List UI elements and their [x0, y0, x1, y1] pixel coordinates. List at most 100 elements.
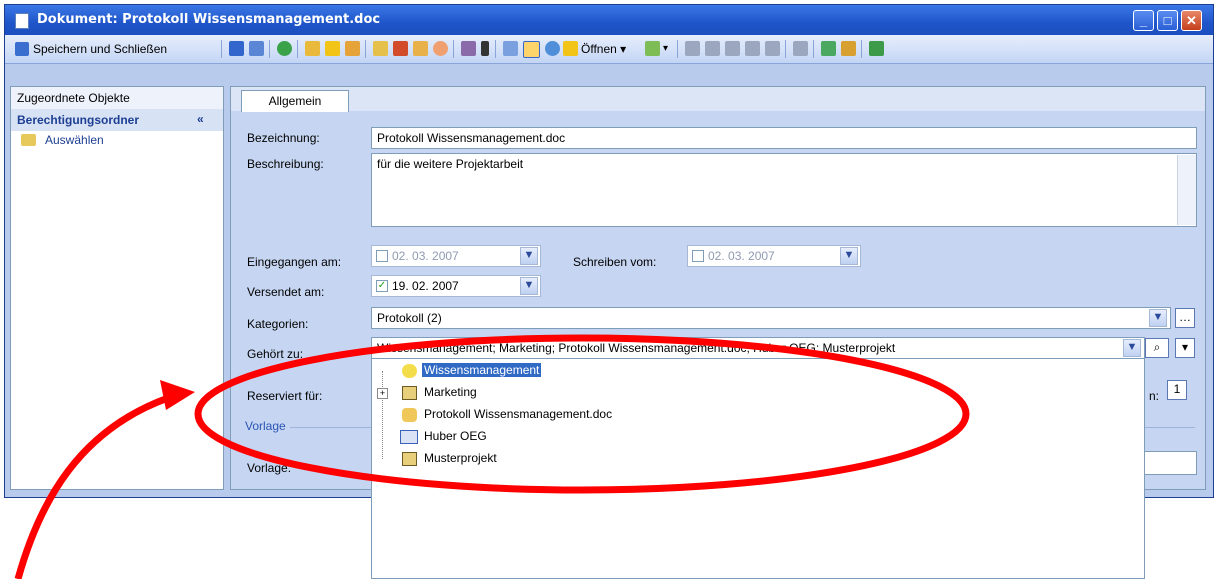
chevron-down-icon[interactable]: ▼ [520, 247, 538, 265]
clock-icon[interactable] [433, 41, 448, 56]
tree-item[interactable]: Protokoll Wissensmanagement.doc [372, 404, 772, 426]
mail-icon[interactable] [373, 41, 388, 56]
toolbar-separator [365, 40, 366, 58]
toolbar-separator [677, 40, 678, 58]
beschreibung-label: Beschreibung: [247, 157, 324, 171]
preview-icon[interactable] [503, 41, 518, 56]
tab-strip: Allgemein [231, 87, 1205, 112]
edit-pen-icon[interactable] [841, 41, 856, 56]
folder-icon [21, 134, 36, 146]
bezeichnung-field[interactable]: Protokoll Wissensmanagement.doc [371, 127, 1197, 149]
eingegangen-label: Eingegangen am: [247, 255, 342, 269]
save-icon[interactable] [229, 41, 244, 56]
chevron-down-icon[interactable]: ▼ [840, 247, 858, 265]
split-icon[interactable] [685, 41, 700, 56]
tree-item-label: Huber OEG [424, 429, 487, 443]
assigned-objects-pane: Zugeordnete Objekte Berechtigungsordner … [10, 86, 224, 490]
eingegangen-date[interactable]: 02. 03. 2007 ▼ [371, 245, 541, 267]
tree-item[interactable]: Musterprojekt [372, 448, 772, 470]
tree-item-label: Protokoll Wissensmanagement.doc [424, 407, 613, 421]
schreiben-checkbox[interactable] [692, 250, 704, 262]
run-icon[interactable] [869, 41, 884, 56]
tree-item[interactable]: + Marketing [372, 382, 772, 404]
chevron-down-icon[interactable]: ▼ [1123, 339, 1141, 357]
list-icon[interactable] [793, 41, 808, 56]
number-field[interactable]: 1 [1167, 380, 1187, 400]
more-button[interactable]: … [1175, 308, 1195, 328]
kategorien-field[interactable]: Protokoll (2) [371, 307, 1171, 329]
project-icon [402, 386, 417, 400]
schreiben-date[interactable]: 02. 03. 2007 ▼ [687, 245, 861, 267]
save-as-icon[interactable] [249, 41, 264, 56]
chevron-down-icon[interactable]: ▼ [520, 277, 538, 295]
collapse-chevron-icon[interactable]: « [197, 112, 204, 126]
tree-item[interactable]: Huber OEG [372, 426, 772, 448]
close-button[interactable]: ✕ [1181, 10, 1202, 31]
form-icon[interactable] [393, 41, 408, 56]
chevron-down-icon[interactable]: ▼ [1149, 309, 1167, 327]
toolbar-separator [495, 40, 496, 58]
title-bar[interactable]: Dokument: Protokoll Wissensmanagement.do… [5, 5, 1213, 35]
export-icon[interactable] [745, 41, 760, 56]
toolbar-separator [221, 40, 222, 58]
edit-icon[interactable] [413, 41, 428, 56]
window-title: Dokument: Protokoll Wissensmanagement.do… [37, 12, 381, 27]
belongs-to-tree-popup: Wissensmanagement + Marketing Protokoll … [371, 358, 1145, 579]
tree-item-label: Wissensmanagement [422, 363, 542, 377]
toolbar-separator [297, 40, 298, 58]
import-icon[interactable] [725, 41, 740, 56]
vorlage-group-label: Vorlage [245, 419, 290, 433]
number-suffix: n: [1149, 389, 1160, 403]
beschreibung-field[interactable]: für die weitere Projektarbeit [371, 153, 1197, 227]
note-icon [402, 408, 417, 422]
tree-item[interactable]: Wissensmanagement [372, 360, 772, 382]
permissions-folder-section[interactable]: Berechtigungsordner « [11, 109, 223, 131]
eingegangen-value: 02. 03. 2007 [392, 249, 459, 263]
minimize-button[interactable]: _ [1133, 10, 1154, 31]
info-icon[interactable] [481, 41, 489, 56]
assigned-objects-header-label: Zugeordnete Objekte [17, 91, 130, 105]
add-icon[interactable] [305, 41, 320, 56]
gehoert-field[interactable]: Wissensmanagement; Marketing; Protokoll … [371, 337, 1145, 359]
versendet-checkbox[interactable]: ✓ [376, 280, 388, 292]
favorite-icon[interactable] [325, 41, 340, 56]
select-link[interactable]: Auswählen [45, 133, 104, 147]
maximize-button[interactable]: □ [1157, 10, 1178, 31]
versendet-label: Versendet am: [247, 285, 325, 299]
toolbar-separator [785, 40, 786, 58]
versendet-value: 19. 02. 2007 [392, 279, 459, 293]
contact-card-icon [400, 430, 418, 444]
open-button[interactable]: Öffnen ▾ [581, 42, 626, 56]
globe-icon[interactable] [545, 41, 560, 56]
assigned-objects-header[interactable]: Zugeordnete Objekte [11, 87, 223, 110]
toolbar-separator [861, 40, 862, 58]
versendet-date[interactable]: ✓ 19. 02. 2007 ▼ [371, 275, 541, 297]
chevron-down-icon[interactable]: ▾ [663, 43, 668, 54]
save-close-button[interactable]: Speichern und Schließen [15, 40, 167, 58]
project-icon [402, 452, 417, 466]
toolbar-separator [453, 40, 454, 58]
expand-icon[interactable]: + [377, 388, 388, 399]
tree-item-label: Musterprojekt [424, 451, 497, 465]
schreiben-label: Schreiben vom: [573, 255, 657, 269]
gehoert-label: Gehört zu: [247, 347, 304, 361]
schreiben-value: 02. 03. 2007 [708, 249, 775, 263]
toolbar-separator [813, 40, 814, 58]
tag-icon[interactable] [345, 41, 360, 56]
save-close-icon [15, 42, 29, 56]
refresh-icon[interactable] [277, 41, 292, 56]
tab-allgemein[interactable]: Allgemein [241, 90, 349, 112]
open-icon[interactable] [563, 41, 578, 56]
search-icon[interactable]: ⌕ [1145, 338, 1169, 358]
properties-icon[interactable] [461, 41, 476, 56]
eingegangen-checkbox[interactable] [376, 250, 388, 262]
dropdown-button[interactable]: ▾ [1175, 338, 1195, 358]
merge-icon[interactable] [705, 41, 720, 56]
tree-item-label: Marketing [424, 385, 477, 399]
page-icon[interactable] [523, 41, 540, 58]
description-scrollbar[interactable] [1177, 155, 1196, 225]
vorlage-label: Vorlage: [247, 461, 292, 475]
menu-icon[interactable] [645, 41, 660, 56]
link-icon[interactable] [821, 41, 836, 56]
delete-icon[interactable] [765, 41, 780, 56]
